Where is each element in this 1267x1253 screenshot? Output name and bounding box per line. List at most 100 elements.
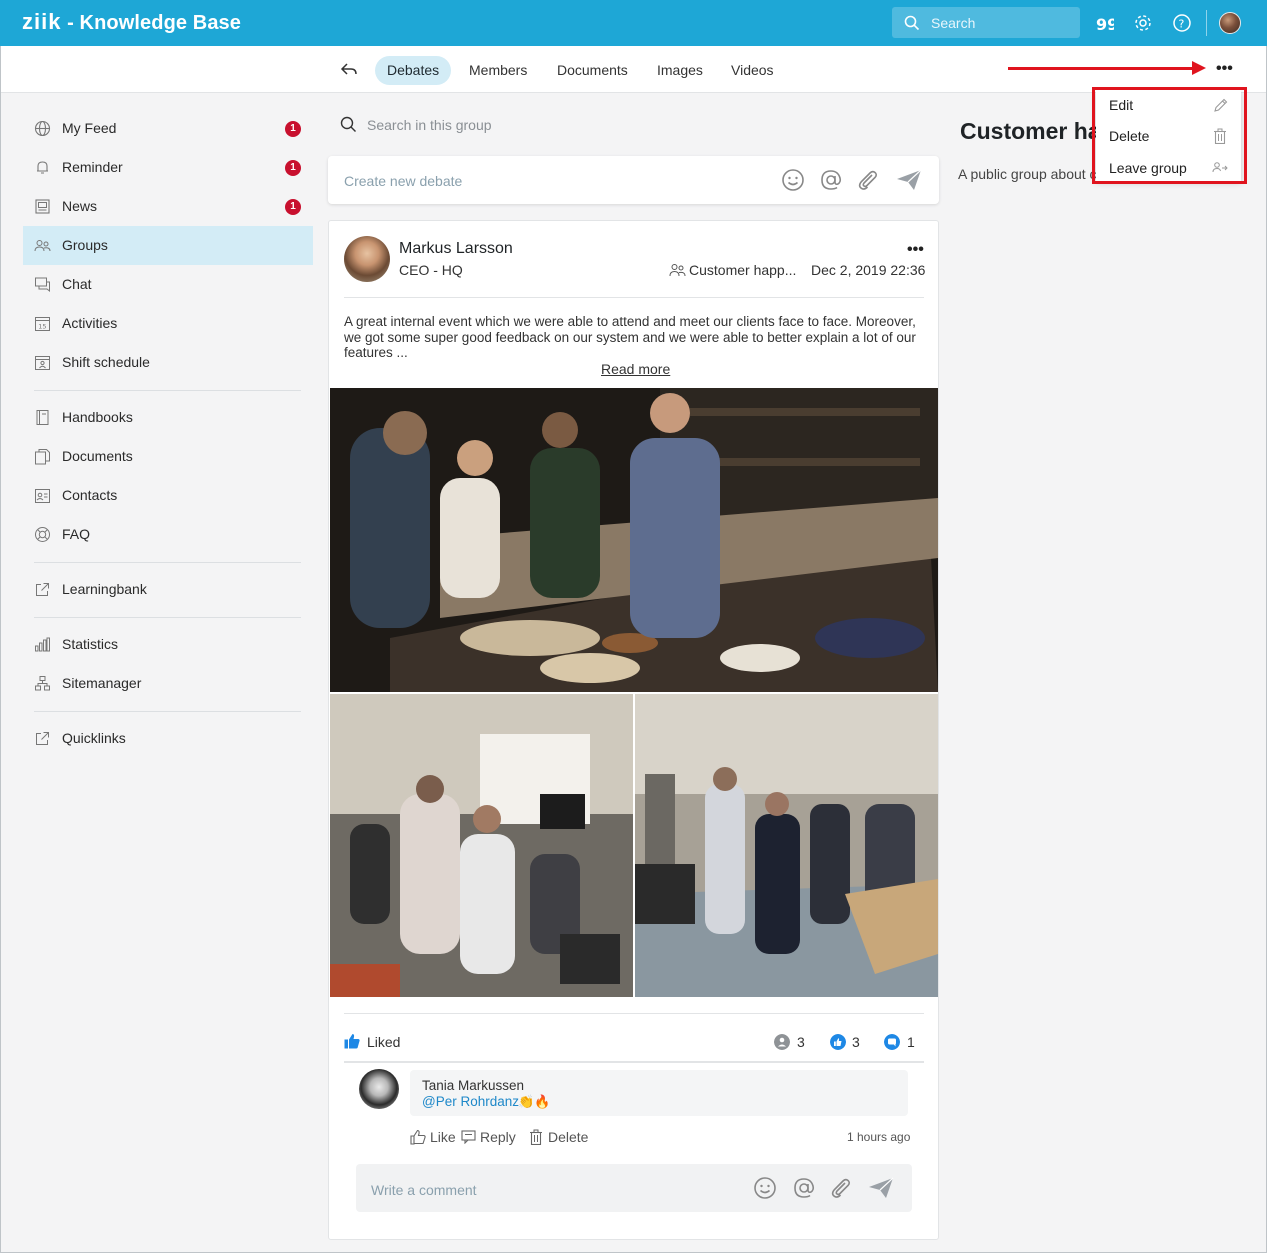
post-more-button[interactable]: •••	[907, 241, 924, 259]
global-search-placeholder: Search	[931, 15, 976, 31]
group-search-input[interactable]: Search in this group	[367, 117, 492, 133]
photo-event-bar	[330, 388, 938, 692]
comments-count[interactable]: 1	[907, 1034, 915, 1050]
sidebar-item-reminder[interactable]: Reminder 1	[23, 148, 313, 187]
global-search-input[interactable]: Search	[892, 7, 1080, 38]
groups-icon	[669, 264, 686, 277]
reply-icon[interactable]	[461, 1130, 477, 1144]
app-title-text: - Knowledge Base	[67, 12, 241, 34]
svg-text:15: 15	[38, 323, 46, 331]
sidebar-item-learningbank[interactable]: Learningbank	[23, 570, 313, 609]
write-comment-input[interactable]: Write a comment	[356, 1164, 912, 1212]
sidebar-item-label: Handbooks	[62, 409, 133, 425]
bell-icon	[37, 161, 48, 174]
sidebar-divider	[34, 711, 301, 712]
sidebar-divider	[34, 617, 301, 618]
author-avatar[interactable]	[344, 236, 390, 282]
sidebar-divider	[34, 562, 301, 563]
tab-images[interactable]: Images	[645, 56, 715, 85]
send-icon[interactable]	[895, 168, 923, 192]
sidebar-item-label: Statistics	[62, 636, 119, 652]
search-icon[interactable]	[340, 116, 357, 133]
sidebar-item-documents[interactable]: Documents	[23, 437, 313, 476]
app-logo: ziik	[22, 9, 62, 34]
sidebar-item-news[interactable]: News 1	[23, 187, 313, 226]
seen-icon	[774, 1034, 790, 1050]
tab-videos[interactable]: Videos	[719, 56, 786, 85]
sidebar-item-my-feed[interactable]: My Feed 1	[23, 109, 313, 148]
post-author-name[interactable]: Markus Larsson	[399, 240, 513, 258]
new-debate-placeholder: Create new debate	[344, 173, 463, 189]
help-icon[interactable]: ?	[1172, 13, 1192, 33]
trash-icon[interactable]	[529, 1129, 543, 1145]
sidebar-item-quicklinks[interactable]: Quicklinks	[23, 719, 313, 758]
post-divider	[344, 1013, 924, 1014]
emoji-icon[interactable]	[781, 168, 805, 192]
sidebar-item-label: News	[62, 198, 98, 214]
user-avatar[interactable]	[1219, 12, 1241, 34]
post-body: A great internal event which we were abl…	[344, 314, 916, 360]
post-photo-2[interactable]	[330, 694, 633, 997]
write-comment-placeholder: Write a comment	[371, 1182, 477, 1198]
post-photo-3[interactable]	[635, 694, 938, 997]
sidebar-item-label: My Feed	[62, 120, 117, 136]
sidebar-item-label: Groups	[62, 237, 108, 253]
quote-icon[interactable]: 99	[1094, 13, 1114, 33]
sidebar-item-handbooks[interactable]: Handbooks	[23, 398, 313, 437]
comment-like-button[interactable]: Like	[430, 1129, 456, 1145]
sidebar-divider	[34, 390, 301, 391]
comment-reply-button[interactable]: Reply	[480, 1129, 516, 1145]
topbar-divider	[1206, 10, 1207, 36]
mention-icon[interactable]	[819, 168, 843, 192]
thumbs-up-icon[interactable]	[410, 1129, 426, 1145]
like-button[interactable]: Liked	[367, 1034, 400, 1050]
groups-icon	[34, 240, 51, 252]
contacts-icon	[35, 489, 50, 503]
tab-debates[interactable]: Debates	[375, 56, 452, 85]
new-debate-input[interactable]: Create new debate	[328, 156, 939, 204]
comments-count-icon	[884, 1034, 900, 1050]
sidebar-item-contacts[interactable]: Contacts	[23, 476, 313, 515]
paperclip-icon[interactable]	[829, 1176, 853, 1200]
paperclip-icon[interactable]	[856, 168, 880, 192]
comment-delete-button[interactable]: Delete	[548, 1129, 588, 1145]
sidebar-item-sitemanager[interactable]: Sitemanager	[23, 664, 313, 703]
sidebar-item-chat[interactable]: Chat	[23, 265, 313, 304]
sidebar-item-groups[interactable]: Groups	[23, 226, 313, 265]
back-arrow-icon[interactable]	[340, 61, 358, 77]
sidebar-item-label: FAQ	[62, 526, 91, 542]
send-icon[interactable]	[867, 1176, 895, 1200]
photo-event-crowd	[635, 694, 938, 997]
seen-count[interactable]: 3	[797, 1034, 805, 1050]
news-icon	[35, 199, 50, 214]
emoji-icon[interactable]	[753, 1176, 777, 1200]
comment-mention[interactable]: @Per Rohrdanz	[422, 1094, 519, 1109]
thumbs-up-icon[interactable]	[344, 1033, 360, 1049]
sidebar-item-faq[interactable]: FAQ	[23, 515, 313, 554]
commenter-avatar[interactable]	[359, 1069, 399, 1109]
sidebar-item-shift-schedule[interactable]: Shift schedule	[23, 343, 313, 382]
sidebar-item-statistics[interactable]: Statistics	[23, 625, 313, 664]
sidebar-item-label: Documents	[62, 448, 133, 464]
sidebar-item-label: Contacts	[62, 487, 118, 503]
post-photo-1[interactable]	[330, 388, 938, 692]
post-group-link[interactable]: Customer happ...	[689, 262, 796, 278]
documents-icon	[35, 449, 50, 465]
tab-members[interactable]: Members	[457, 56, 539, 85]
sitemap-icon	[35, 676, 50, 691]
group-more-button[interactable]: •••	[1216, 60, 1233, 78]
external-link-icon	[36, 732, 49, 745]
mention-icon[interactable]	[792, 1176, 816, 1200]
search-icon	[904, 15, 920, 31]
sidebar-item-activities[interactable]: 15 Activities	[23, 304, 313, 343]
tab-documents[interactable]: Documents	[545, 56, 640, 85]
likes-count[interactable]: 3	[852, 1034, 860, 1050]
sidebar-item-label: Reminder	[62, 159, 123, 175]
gear-icon[interactable]	[1133, 13, 1153, 33]
app-title[interactable]: ziik - Knowledge Base	[22, 9, 241, 35]
sidebar-item-label: Learningbank	[62, 581, 147, 597]
comment-author[interactable]: Tania Markussen	[422, 1078, 524, 1093]
lifebuoy-icon	[35, 527, 50, 542]
read-more-link[interactable]: Read more	[601, 361, 670, 377]
comment-bubble	[410, 1070, 908, 1116]
